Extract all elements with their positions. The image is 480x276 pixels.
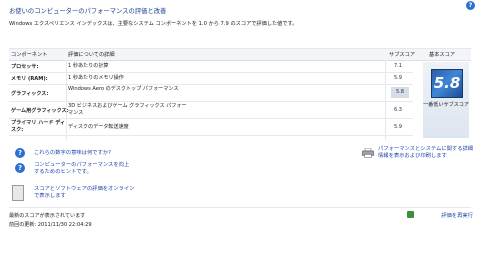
software-rating-icon: [12, 185, 24, 201]
row-component: ゲーム用グラフィックス:: [11, 108, 69, 114]
divider: [9, 207, 471, 208]
score-table: コンポーネント 評価についての詳細 サブスコア 基本スコア プロセッサ: 1 秒…: [9, 48, 471, 140]
printer-icon: [362, 148, 374, 158]
header-component: コンポーネント: [11, 52, 48, 58]
base-score-panel: 5.8 一番低いサブスコア: [423, 62, 469, 138]
row-detail: 1 秒あたりのメモリ操作: [68, 75, 124, 81]
row-detail: 3D ビジネスおよびゲーム グラフィックス パフォーマンス: [68, 103, 187, 116]
last-update-text: 前回の更新: 2011/11/30 22:04:29: [9, 222, 92, 228]
row-detail: Windows Aero のデスクトップ パフォーマンス: [68, 86, 179, 92]
base-score-badge: 5.8: [431, 69, 463, 98]
help-icon[interactable]: ?: [466, 1, 475, 10]
recheck-link[interactable]: 評価を再実行: [441, 211, 473, 219]
row-component: プロセッサ:: [11, 64, 39, 70]
row-detail: ディスクのデータ転送速度: [68, 124, 129, 130]
row-score: 5.9: [393, 75, 403, 81]
help-icon: ?: [15, 163, 25, 173]
row-component: プライマリ ハード ディスク:: [11, 120, 66, 133]
row-component: グラフィックス:: [11, 91, 49, 97]
row-score: 5.8: [391, 87, 409, 98]
row-score: 6.3: [393, 107, 403, 113]
row-detail: 1 秒あたりの計算: [68, 63, 109, 69]
table-header: コンポーネント 評価についての詳細 サブスコア 基本スコア: [9, 48, 471, 61]
online-scores-link[interactable]: スコアとソフトウェアの評価をオンラインで表示します: [34, 186, 138, 200]
table-row: メモリ (RAM): 1 秒あたりのメモリ操作 5.9: [9, 73, 413, 85]
score-meaning-link[interactable]: これらの数字の意味は何ですか?: [34, 150, 111, 157]
print-details-link[interactable]: パフォーマンスとシステムに関する詳細情報を表示および印刷します: [378, 146, 474, 160]
row-score: 5.9: [393, 124, 403, 130]
intro-text: Windows エクスペリエンス インデックスは、主要なシステム コンポーネント…: [9, 21, 298, 27]
row-score: 7.1: [393, 63, 403, 69]
header-detail: 評価についての詳細: [68, 52, 115, 58]
header-subscore: サブスコア: [389, 52, 415, 58]
page-title: お使いのコンピューターのパフォーマンスの評価と改善: [9, 8, 167, 15]
table-row: ゲーム用グラフィックス: 3D ビジネスおよびゲーム グラフィックス パフォーマ…: [9, 102, 413, 119]
help-icon: ?: [15, 148, 25, 158]
table-row: プライマリ ハード ディスク: ディスクのデータ転送速度 5.9: [9, 119, 413, 136]
header-basescore: 基本スコア: [429, 52, 455, 58]
status-text: 最新のスコアが表示されています: [9, 213, 86, 219]
improve-tips-link[interactable]: コンピューターのパフォーマンスを向上するためのヒントです。: [34, 162, 134, 176]
table-row: プロセッサ: 1 秒あたりの計算 7.1: [9, 61, 413, 73]
base-score-caption: 一番低いサブスコア: [423, 102, 469, 108]
row-component: メモリ (RAM):: [11, 76, 48, 82]
shield-icon: [407, 211, 414, 218]
table-row: グラフィックス: Windows Aero のデスクトップ パフォーマンス 5.…: [9, 85, 413, 102]
